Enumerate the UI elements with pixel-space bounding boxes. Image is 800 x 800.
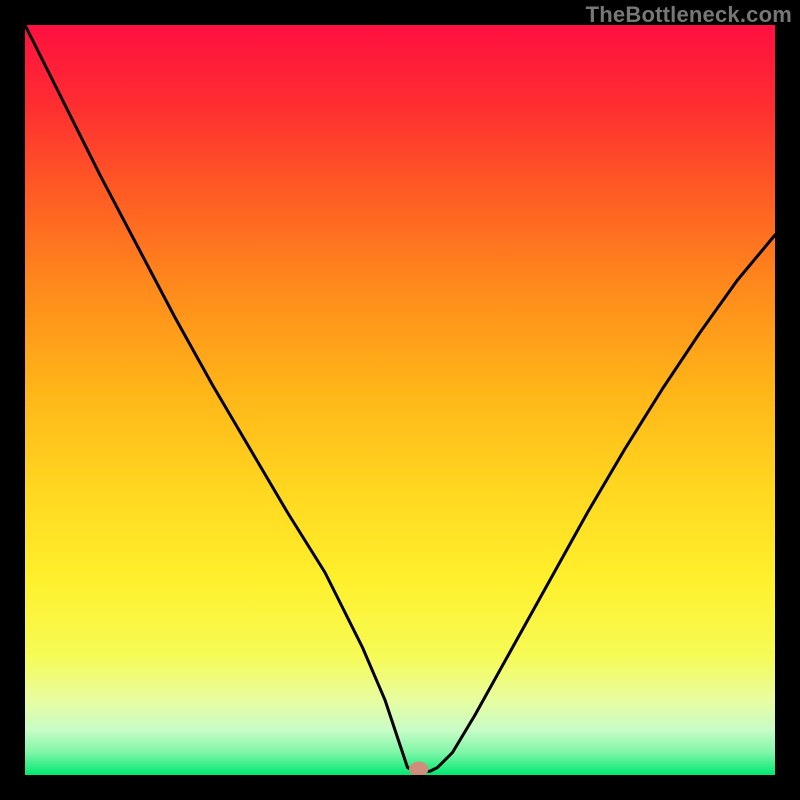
watermark-text: TheBottleneck.com bbox=[586, 2, 792, 28]
marker-dot bbox=[409, 762, 429, 776]
chart-stage: TheBottleneck.com bbox=[0, 0, 800, 800]
chart-overlay bbox=[25, 25, 775, 775]
plot-area bbox=[25, 25, 775, 775]
bottleneck-curve bbox=[25, 25, 775, 771]
